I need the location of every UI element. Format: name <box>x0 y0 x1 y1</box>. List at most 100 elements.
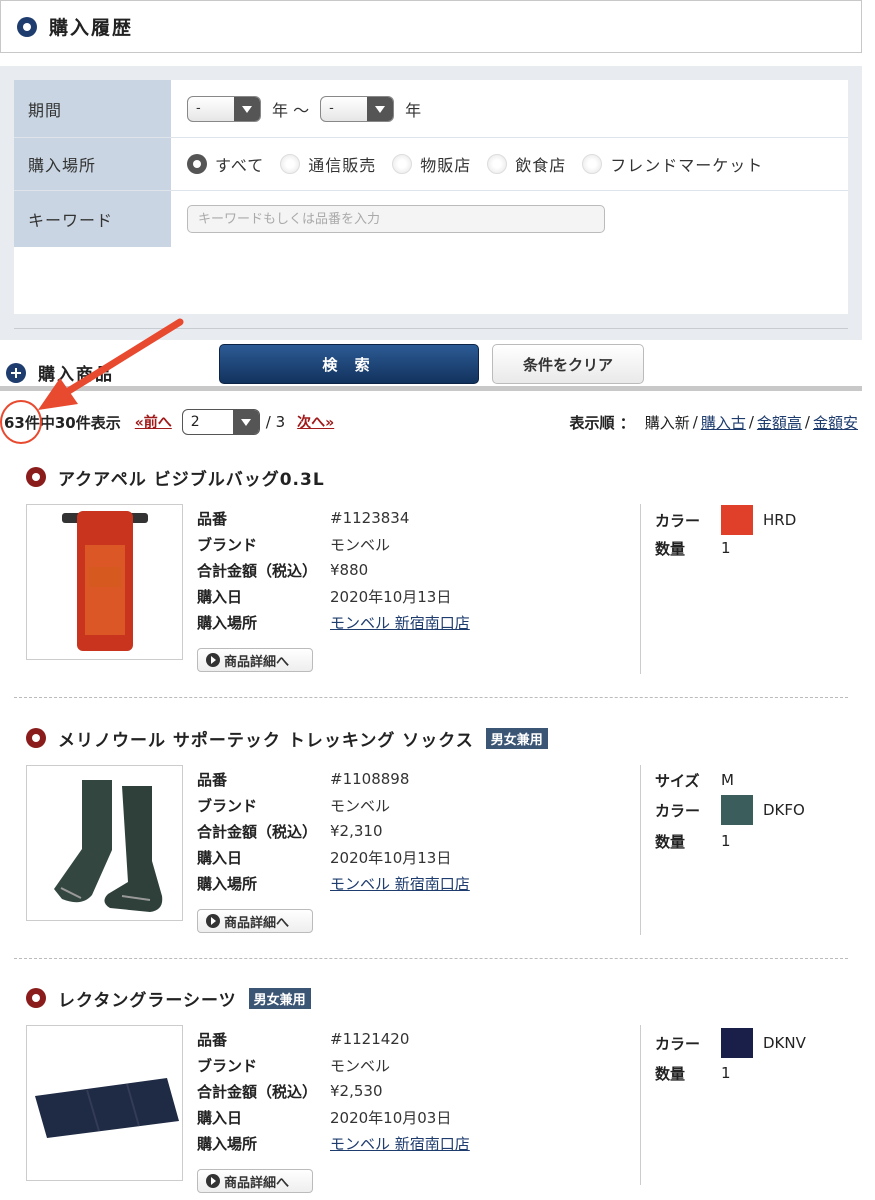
keyword-input[interactable] <box>187 205 605 233</box>
radio-icon <box>487 154 508 174</box>
unisex-badge: 男女兼用 <box>248 987 311 1009</box>
sort-option-price-low[interactable]: 金額安 <box>813 412 858 433</box>
quantity: 1 <box>721 832 731 850</box>
sort-separator: / <box>804 413 810 431</box>
page-header: 購入履歴 <box>0 0 862 53</box>
product-total: ¥2,310 <box>330 822 383 840</box>
place-radio-store[interactable]: 物販店 <box>392 152 471 176</box>
place-radio-group: すべて 通信販売 物販店 飲食店 フレンドマーケット <box>187 152 779 176</box>
vertical-divider <box>640 1025 641 1185</box>
product-image-sheet[interactable] <box>26 1025 183 1181</box>
page-title: 購入履歴 <box>49 17 134 39</box>
detail-label: 商品詳細へ <box>224 654 290 670</box>
radio-icon <box>280 154 301 174</box>
period-label: 期間 <box>14 80 171 137</box>
sort-separator: / <box>748 413 754 431</box>
label-code: 品番 <box>197 509 228 528</box>
product-brand: モンベル <box>330 1056 391 1075</box>
product-info: 品番 #1121420 ブランド モンベル 合計金額（税込） ¥2,530 購入日 20… <box>197 1026 470 1156</box>
label-place: 購入場所 <box>197 613 258 632</box>
place-row: 購入場所 すべて 通信販売 物販店 飲食店 フレンドマーケット <box>14 138 848 191</box>
sort-separator: / <box>692 413 698 431</box>
purchase-date: 2020年10月03日 <box>330 1108 452 1127</box>
sort-current: 購入新 <box>644 413 690 432</box>
product-item: レクタングラーシーツ 男女兼用 品番 #1121420 ブランド モンベル 合計金額… <box>0 985 862 1200</box>
label-size: サイズ <box>655 771 700 790</box>
label-place: 購入場所 <box>197 874 258 893</box>
keyword-row: キーワード <box>14 191 848 247</box>
chevron-down-icon <box>234 96 260 121</box>
place-radio-restaurant[interactable]: 飲食店 <box>487 152 566 176</box>
search-form: 期間 - 年 〜 - 年 購入場所 すべて 通信販売 物販店 飲食店 フレンドマ… <box>14 80 848 314</box>
product-divider <box>14 697 848 698</box>
label-brand: ブランド <box>197 535 258 554</box>
color-name: HRD <box>763 511 797 529</box>
bullet-icon <box>26 467 46 487</box>
quantity: 1 <box>721 1064 731 1082</box>
year-to-value: - <box>329 100 334 116</box>
page-select[interactable]: 2 <box>181 409 260 435</box>
arrow-right-icon <box>206 914 220 928</box>
place-radio-mail[interactable]: 通信販売 <box>280 152 376 176</box>
product-item: メリノウール サポーテック トレッキング ソックス 男女兼用 品番 #110889… <box>0 725 862 961</box>
label-color: カラー <box>655 1034 701 1053</box>
product-detail-button[interactable]: 商品詳細へ <box>197 909 313 933</box>
year-unit-label: 年 〜 <box>272 100 310 120</box>
product-name: メリノウール サポーテック トレッキング ソックス <box>58 730 474 751</box>
clear-button[interactable]: 条件をクリア <box>492 344 644 384</box>
store-link[interactable]: モンベル 新宿南口店 <box>330 1133 470 1154</box>
product-divider <box>14 958 848 959</box>
label-qty: 数量 <box>655 832 686 851</box>
label-total: 合計金額（税込） <box>197 561 318 580</box>
period-row: 期間 - 年 〜 - 年 <box>14 80 848 138</box>
place-radio-friend-market[interactable]: フレンドマーケット <box>582 152 763 176</box>
place-radio-all[interactable]: すべて <box>187 152 264 176</box>
bullet-icon <box>26 988 46 1008</box>
radio-icon <box>582 154 603 174</box>
product-code: #1121420 <box>330 1030 410 1048</box>
next-page-link[interactable]: 次へ» <box>297 412 334 432</box>
year-from-select[interactable]: - <box>187 95 261 122</box>
color-swatch <box>721 1028 753 1058</box>
sort-option-oldest[interactable]: 購入古 <box>701 412 746 433</box>
arrow-right-icon <box>206 1174 220 1188</box>
label-date: 購入日 <box>197 587 243 606</box>
product-name: レクタングラーシーツ <box>58 990 237 1011</box>
chevron-down-icon <box>232 410 259 434</box>
product-image-dry-bag[interactable] <box>26 504 183 660</box>
chevron-down-icon <box>367 96 394 121</box>
label-qty: 数量 <box>655 1064 686 1083</box>
sort-option-price-high[interactable]: 金額高 <box>757 412 802 433</box>
label-color: カラー <box>655 801 701 820</box>
product-attributes: サイズ M カラー DKFO 数量 1 <box>655 767 805 855</box>
product-item: アクアペル ビジブルバッグ0.3L 品番 #1123834 ブランド モンベル 合計… <box>0 464 862 700</box>
label-total: 合計金額（税込） <box>197 1082 318 1101</box>
product-detail-button[interactable]: 商品詳細へ <box>197 1169 313 1193</box>
product-brand: モンベル <box>330 796 391 815</box>
year-unit-label: 年 <box>405 100 422 120</box>
vertical-divider <box>640 504 641 674</box>
detail-label: 商品詳細へ <box>224 915 290 931</box>
vertical-divider <box>640 765 641 935</box>
size-value: M <box>721 771 734 789</box>
place-label: 購入場所 <box>14 138 171 190</box>
purchase-date: 2020年10月13日 <box>330 587 452 606</box>
label-date: 購入日 <box>197 848 243 867</box>
store-link[interactable]: モンベル 新宿南口店 <box>330 612 470 633</box>
product-detail-button[interactable]: 商品詳細へ <box>197 648 313 672</box>
product-attributes: カラー HRD 数量 1 <box>655 505 797 562</box>
year-to-select[interactable]: - <box>320 95 395 122</box>
color-swatch <box>721 795 753 825</box>
store-link[interactable]: モンベル 新宿南口店 <box>330 873 470 894</box>
product-code: #1123834 <box>330 509 410 527</box>
page-select-value: 2 <box>190 414 200 430</box>
product-total: ¥2,530 <box>330 1082 383 1100</box>
detail-label: 商品詳細へ <box>224 1175 290 1191</box>
bullet-icon <box>26 728 46 748</box>
product-image-socks[interactable] <box>26 765 183 921</box>
quantity: 1 <box>721 539 731 557</box>
label-code: 品番 <box>197 1030 228 1049</box>
total-pages: / 3 <box>265 413 286 431</box>
label-total: 合計金額（税込） <box>197 822 318 841</box>
search-button[interactable]: 検 索 <box>219 344 479 384</box>
